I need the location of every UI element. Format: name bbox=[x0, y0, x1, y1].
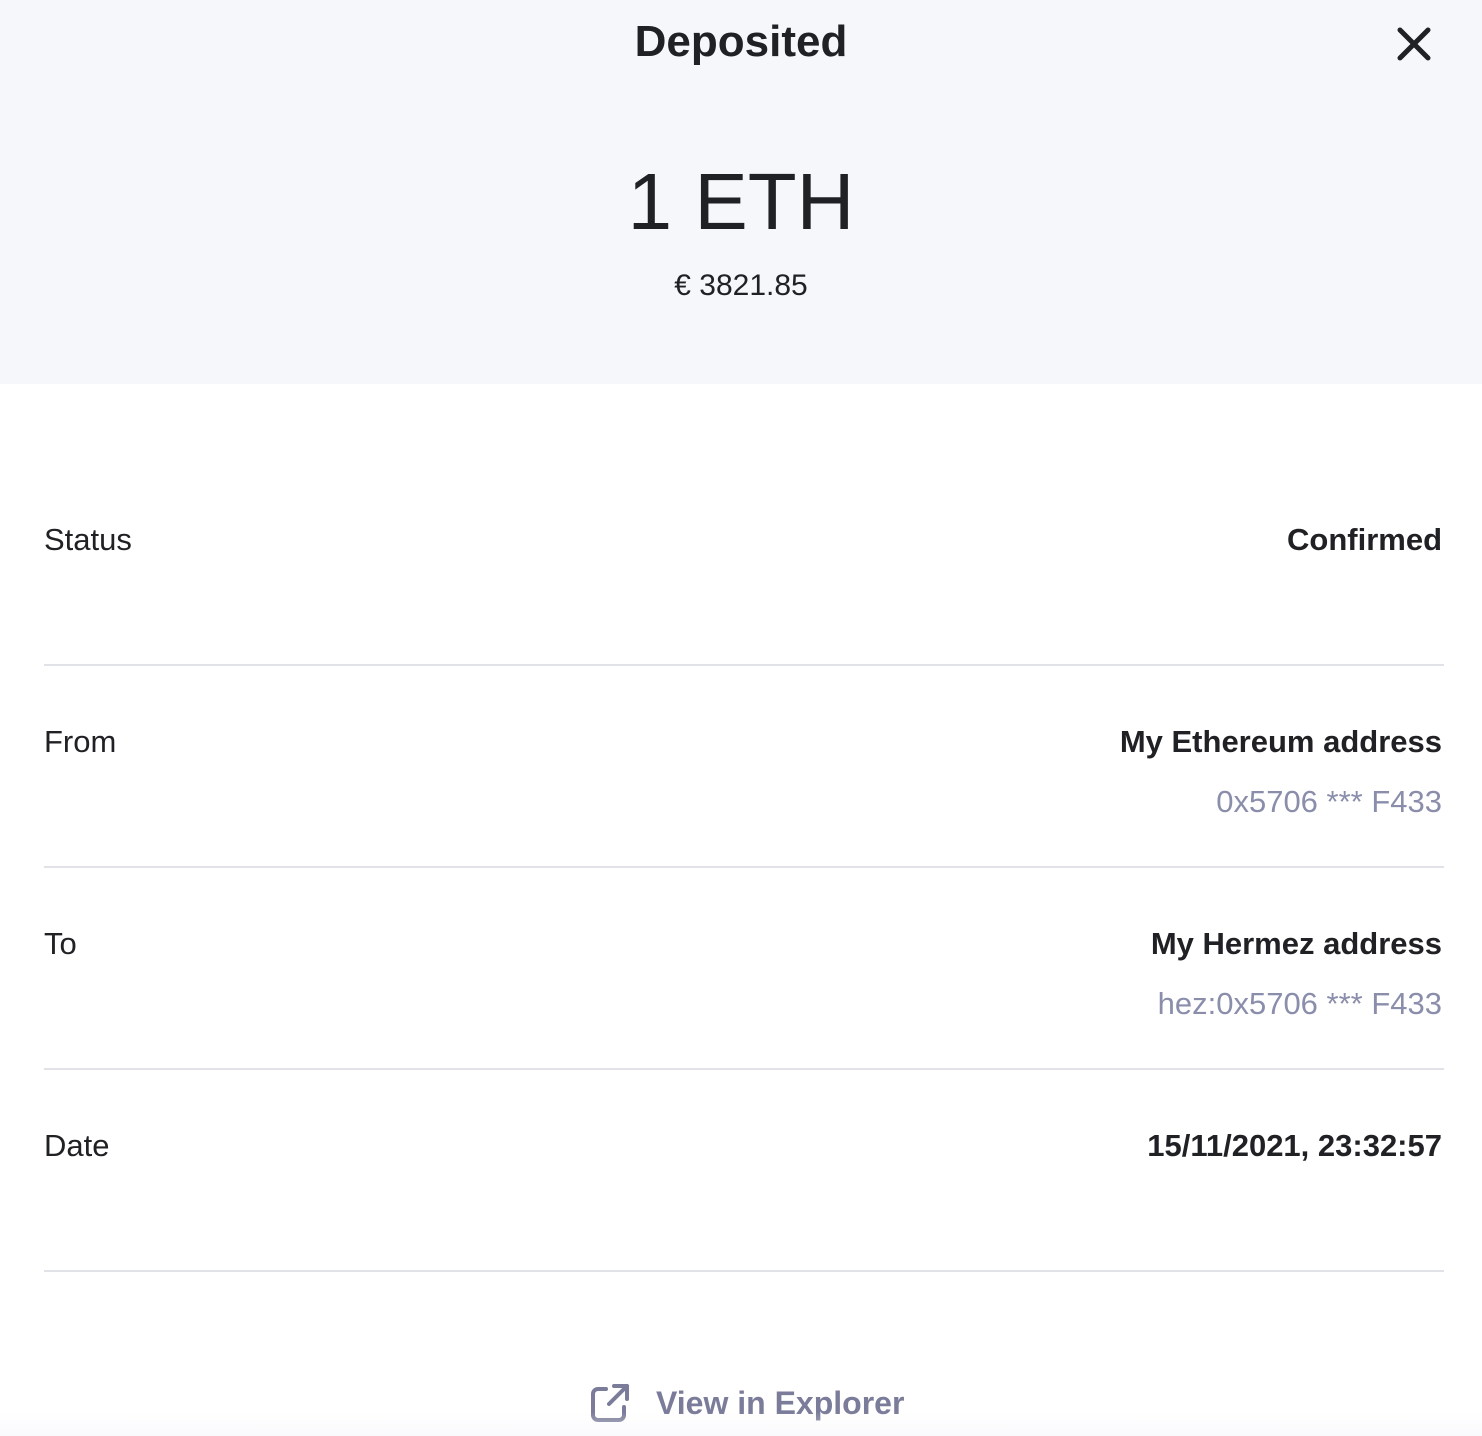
from-label: From bbox=[44, 724, 117, 759]
to-value: My Hermez address bbox=[1150, 926, 1442, 961]
from-value: My Ethereum address bbox=[1119, 724, 1442, 759]
from-row: From My Ethereum address 0x5706 *** F433 bbox=[44, 722, 1444, 868]
from-address: 0x5706 *** F433 bbox=[1216, 784, 1442, 819]
close-icon bbox=[1397, 27, 1431, 61]
to-row: To My Hermez address hez:0x5706 *** F433 bbox=[44, 924, 1444, 1070]
date-label: Date bbox=[44, 1128, 110, 1163]
status-value: Confirmed bbox=[1287, 522, 1442, 557]
date-value: 15/11/2021, 23:32:57 bbox=[1147, 1128, 1442, 1163]
view-in-explorer-link[interactable]: View in Explorer bbox=[588, 1380, 904, 1426]
view-in-explorer-label: View in Explorer bbox=[656, 1385, 905, 1421]
close-button[interactable] bbox=[1390, 20, 1438, 68]
status-label: Status bbox=[44, 522, 132, 557]
fiat-amount: € 3821.85 bbox=[674, 269, 808, 302]
date-row: Date 15/11/2021, 23:32:57 bbox=[44, 1126, 1444, 1272]
external-link-icon bbox=[591, 1384, 629, 1422]
transaction-header: Deposited 1 ETH € 3821.85 bbox=[0, 0, 1482, 384]
status-row: Status Confirmed bbox=[44, 520, 1444, 666]
transaction-amount: 1 ETH bbox=[627, 157, 855, 246]
page-title: Deposited bbox=[634, 17, 848, 66]
to-address: hez:0x5706 *** F433 bbox=[1157, 986, 1442, 1021]
to-label: To bbox=[44, 926, 77, 961]
